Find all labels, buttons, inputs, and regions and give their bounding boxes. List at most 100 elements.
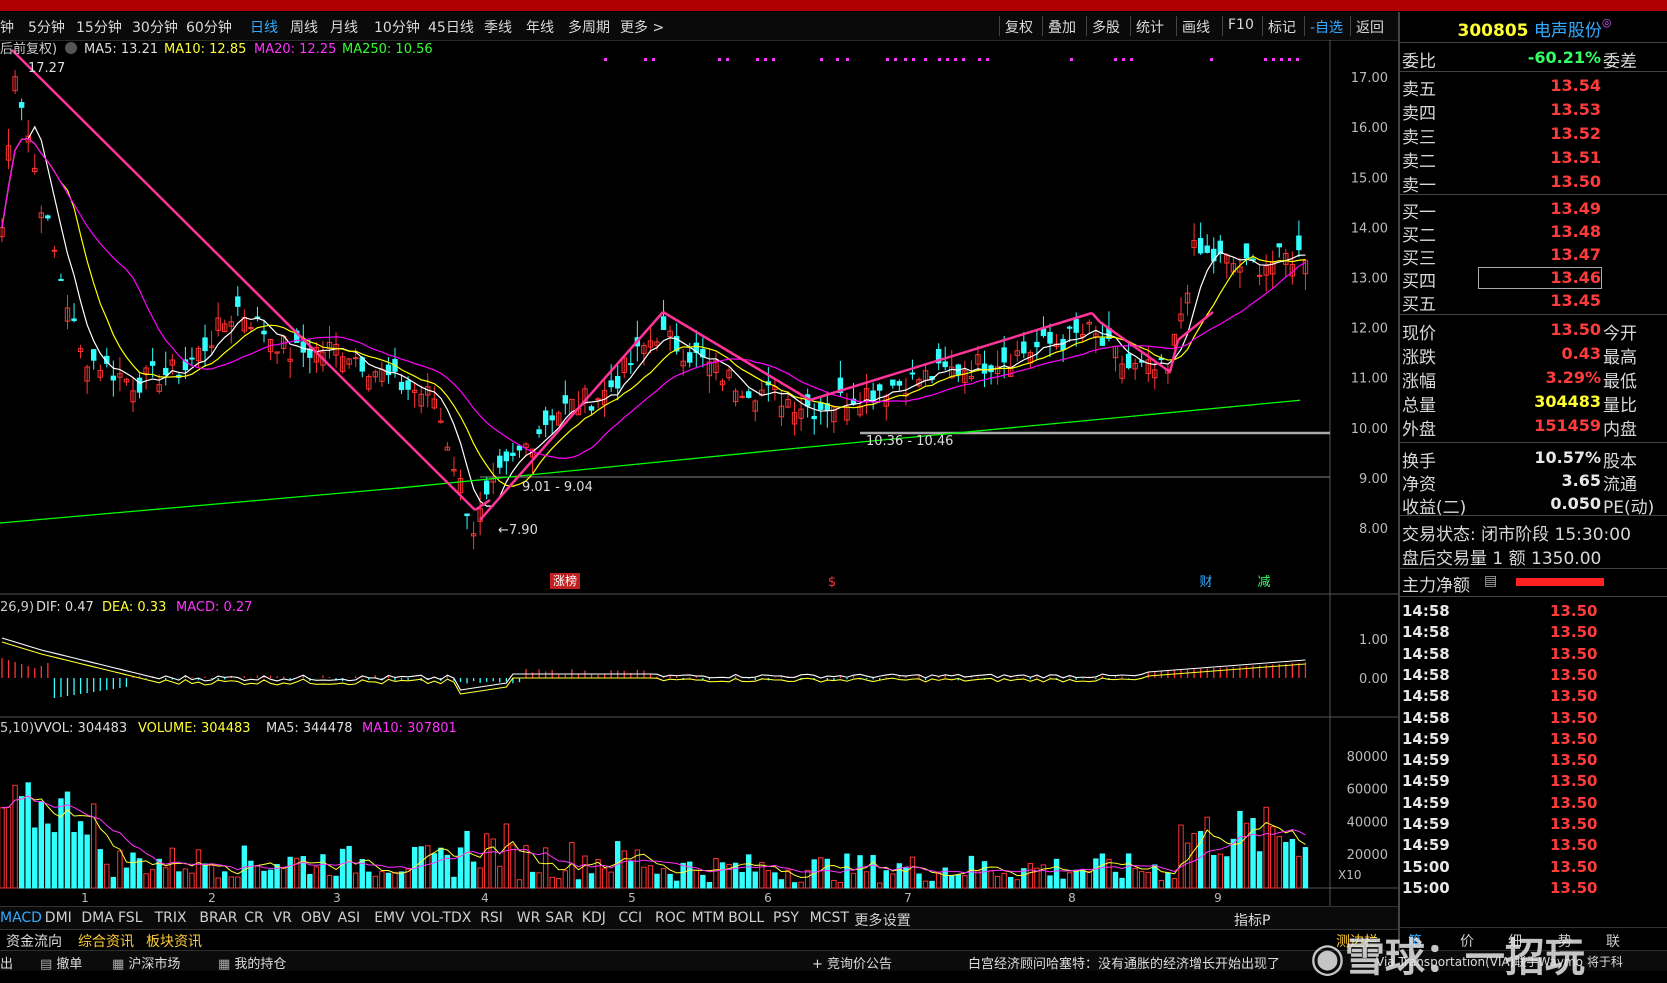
main-net-label: 主力净额	[1402, 576, 1470, 596]
inquiry-notice[interactable]: + 竞询价公告	[812, 953, 892, 972]
quote-row: 现价 13.50 今开	[1400, 318, 1667, 344]
volume-bar	[1132, 868, 1138, 889]
tool-button[interactable]: 多股	[1092, 17, 1120, 37]
volume-bar	[824, 858, 830, 889]
holdings-button[interactable]: ▦ 我的持仓	[218, 953, 286, 972]
volume-bar	[208, 864, 215, 889]
tab-sector-news[interactable]: 板块资讯	[146, 931, 202, 951]
ask-level-value: 13.54	[1550, 76, 1601, 95]
indicator-tab[interactable]: MCST	[810, 910, 849, 926]
volume-bar	[1270, 826, 1276, 889]
indicator-tab[interactable]: WR	[517, 910, 541, 926]
period-tab[interactable]: 周线	[290, 17, 318, 37]
volume-bar	[339, 848, 346, 889]
candle-body	[942, 361, 948, 368]
volume-bar	[1276, 835, 1282, 889]
quote-row: 涨幅 3.29% 最低	[1400, 366, 1667, 392]
toolbar-divider	[1086, 16, 1087, 36]
tab-fund-flow[interactable]: 资金流向	[6, 931, 62, 951]
period-tab[interactable]: 更多 >	[620, 17, 664, 37]
ask-level-label: 卖二	[1402, 152, 1436, 172]
after-hours-text: 盘后交易量 1 额 1350.00	[1402, 549, 1602, 569]
volume-bar	[1165, 872, 1171, 889]
indicator-tab[interactable]: CCI	[618, 910, 642, 926]
candle-body	[163, 367, 169, 376]
period-tab[interactable]: 60分钟	[186, 17, 232, 37]
volume-bar	[425, 845, 431, 889]
indicator-tab[interactable]: DMI	[45, 910, 72, 926]
event-dot	[764, 58, 767, 61]
ask-level-label: 卖三	[1402, 128, 1436, 148]
indicator-tab[interactable]: MTM	[692, 910, 725, 926]
tool-button[interactable]: 返回	[1356, 17, 1384, 37]
candle-body	[189, 357, 195, 360]
period-tab[interactable]: 15分钟	[76, 17, 122, 37]
tool-button[interactable]: F10	[1228, 17, 1254, 33]
dropdown-icon[interactable]	[65, 42, 77, 54]
period-tab[interactable]: 钟	[0, 17, 14, 37]
menu-icon[interactable]: ▤	[1484, 573, 1497, 589]
indicator-tab[interactable]: MACD	[0, 910, 42, 926]
indicator-tab[interactable]: BRAR	[199, 910, 237, 926]
tab-news[interactable]: 综合资讯	[78, 931, 134, 951]
indicator-tab[interactable]: VR	[273, 910, 292, 926]
volume-bar	[785, 869, 791, 889]
indicator-tab[interactable]: CR	[244, 910, 264, 926]
candle-body	[300, 341, 307, 353]
tool-button[interactable]: 叠加	[1048, 17, 1076, 37]
favorite-icon[interactable]: ◎	[1602, 16, 1612, 29]
period-tab[interactable]: 30分钟	[132, 17, 178, 37]
kline-chart[interactable]: 17.0016.0015.0014.0013.0012.0011.0010.00…	[0, 40, 1398, 926]
tool-button[interactable]: -自选	[1310, 17, 1343, 37]
indicator-tab[interactable]: TRIX	[155, 910, 187, 926]
market-button[interactable]: ▦ 沪深市场	[112, 953, 180, 972]
indicator-tab[interactable]: PSY	[773, 910, 799, 926]
tick-row: 14:59 13.50	[1400, 834, 1667, 856]
price-tick: 10.00	[1351, 422, 1388, 437]
indicator-tab[interactable]: DMA	[81, 910, 113, 926]
period-tab[interactable]: 日线	[250, 17, 278, 37]
ask-level: 卖二 13.51	[1400, 146, 1667, 172]
tool-button[interactable]: 标记	[1268, 17, 1296, 37]
period-tab[interactable]: 45日线	[428, 17, 474, 37]
cancel-order-button[interactable]: ▤ 撤单	[40, 953, 82, 972]
volume-bar	[470, 861, 477, 889]
period-tab[interactable]: 年线	[526, 17, 554, 37]
tick-price: 13.50	[1550, 644, 1598, 663]
tool-button[interactable]: 画线	[1182, 17, 1210, 37]
indicator-tab[interactable]: BOLL	[728, 910, 764, 926]
candle-body	[542, 410, 549, 425]
indicator-tab[interactable]: SAR	[545, 910, 573, 926]
indicator-tab[interactable]: ASI	[338, 910, 361, 926]
volume-bar	[700, 874, 706, 889]
status-out[interactable]: 出	[0, 953, 13, 972]
indicator-tab[interactable]: EMV	[374, 910, 405, 926]
news-ticker-1[interactable]: 白宫经济顾问哈塞特：没有通胀的经济增长开始出现了	[968, 953, 1280, 972]
period-tab[interactable]: 多周期	[568, 17, 610, 37]
volume-bar	[353, 872, 359, 889]
volume-bar	[641, 866, 647, 889]
indicator-tab[interactable]: ROC	[655, 910, 686, 926]
indicator-tab[interactable]: FSL	[118, 910, 143, 926]
candle-body	[615, 375, 621, 389]
indicator-tab[interactable]: 更多	[854, 910, 882, 930]
tool-button[interactable]: 统计	[1136, 17, 1164, 37]
side-tab[interactable]: 联	[1606, 931, 1620, 951]
indicator-tab[interactable]: 设置	[883, 910, 911, 930]
period-tab[interactable]: 5分钟	[28, 17, 65, 37]
period-tab[interactable]: 季线	[484, 17, 512, 37]
indicator-tab[interactable]: OBV	[301, 910, 331, 926]
indicator-param[interactable]: 指标P	[1234, 910, 1270, 930]
indicator-tab[interactable]: RSI	[480, 910, 503, 926]
indicator-tab[interactable]: KDJ	[582, 910, 606, 926]
tool-button[interactable]: 复权	[1005, 17, 1033, 37]
ask-level-value: 13.50	[1550, 172, 1601, 191]
period-tab[interactable]: 月线	[330, 17, 358, 37]
stock-name[interactable]: 电声股份	[1534, 21, 1602, 41]
period-tab[interactable]: 10分钟	[374, 17, 420, 37]
indicator-tab[interactable]: VOL-TDX	[411, 910, 472, 926]
volume-bar	[949, 874, 955, 889]
volume-bar	[372, 875, 379, 889]
volume-bar	[739, 871, 745, 889]
volume-bar	[1080, 869, 1086, 889]
